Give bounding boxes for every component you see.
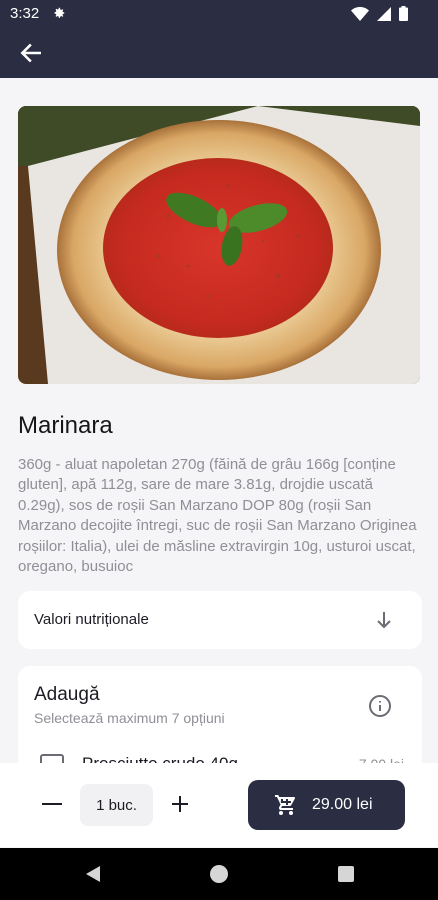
nav-back-icon[interactable]: [84, 865, 102, 883]
nutrition-label: Valori nutriționale: [34, 611, 149, 628]
status-bar: 3:32: [0, 0, 438, 28]
signal-icon: [377, 6, 391, 21]
increase-quantity-button[interactable]: [168, 792, 192, 816]
nav-home-icon[interactable]: [210, 865, 228, 883]
addons-title: Adaugă: [34, 684, 100, 705]
product-description: 360g - aluat napoletan 270g (făină de gr…: [18, 456, 417, 576]
arrow-back-icon[interactable]: [18, 40, 44, 66]
add-to-cart-button[interactable]: 29.00 lei: [248, 780, 405, 830]
product-image: [18, 106, 420, 384]
battery-icon: [399, 6, 408, 21]
addons-subtitle: Selectează maximum 7 opțiuni: [34, 710, 225, 726]
minus-icon: [42, 803, 62, 805]
app-bar: [0, 28, 438, 78]
order-bar: 1 buc. 29.00 lei: [0, 763, 438, 847]
product-title: Marinara: [18, 412, 113, 439]
info-icon[interactable]: [368, 694, 392, 718]
nav-recent-apps-icon[interactable]: [338, 866, 354, 882]
cart-price: 29.00 lei: [312, 796, 373, 813]
wifi-icon: [351, 6, 369, 21]
cart-icon: [275, 795, 296, 815]
arrow-down-icon: [377, 612, 391, 629]
status-time: 3:32: [10, 5, 40, 22]
system-navigation-bar: [0, 848, 438, 900]
settings-gear-icon: [54, 7, 65, 18]
nutrition-toggle[interactable]: Valori nutriționale: [18, 591, 422, 649]
quantity-display: 1 buc.: [80, 784, 153, 826]
